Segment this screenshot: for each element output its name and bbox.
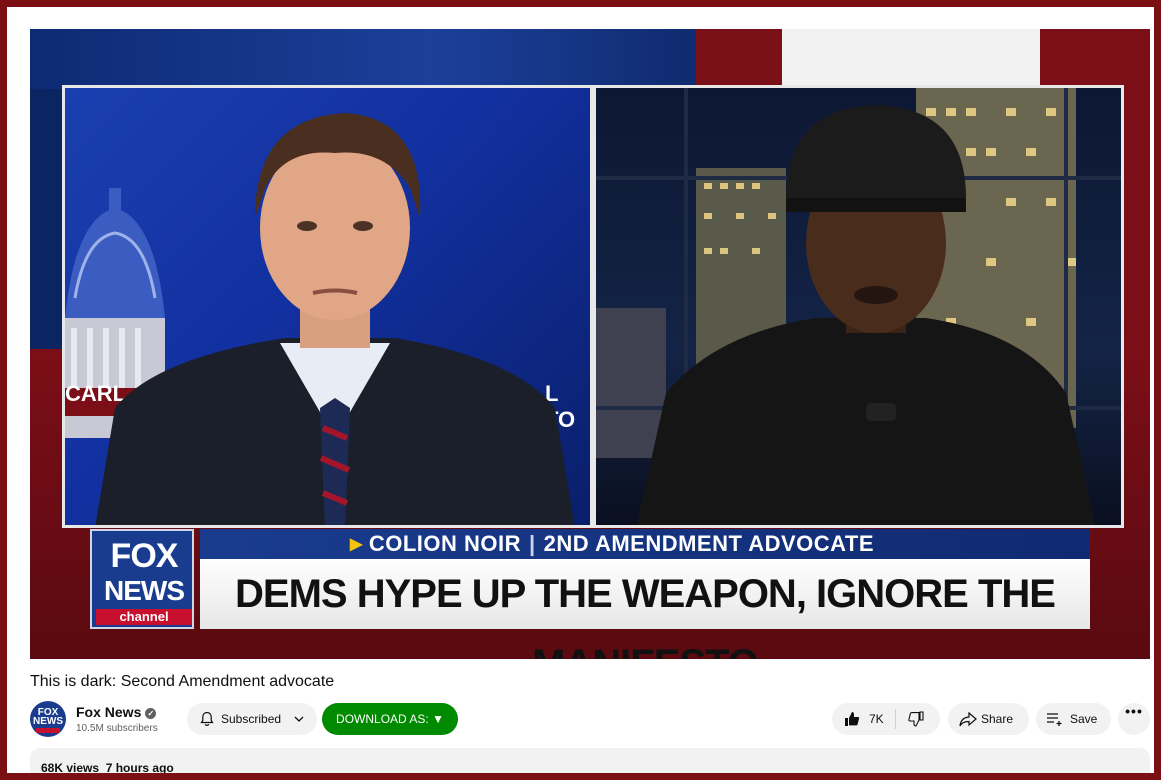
video-title: This is dark: Second Amendment advocate [30,673,335,690]
video-owner-row: FOX NEWS Fox News ✓ 10.5M subscribers Sub… [30,701,1150,737]
channel-name: Fox News [76,704,142,720]
page-frame: CARL L TO FOX NEWS channel ▶ COLION NOIR… [7,7,1154,773]
chevron-down-icon [294,716,304,722]
upload-time: 7 hours ago [105,761,174,773]
share-button[interactable]: Share [948,703,1029,735]
share-label: Share [981,712,1014,726]
view-count: 68K views [41,761,100,773]
banner-separator: | [528,531,536,556]
share-icon [959,711,977,727]
channel-name-link[interactable]: Fox News ✓ [76,704,157,720]
more-actions-button[interactable]: ••• [1118,703,1150,735]
like-count[interactable]: 7K [869,703,884,735]
avatar[interactable]: FOX NEWS [30,701,66,737]
guest-role: 2ND AMENDMENT ADVOCATE [543,531,875,556]
play-triangle-icon: ▶ [350,536,363,553]
guest-name-banner: ▶ COLION NOIR | 2ND AMENDMENT ADVOCATE [200,529,1090,559]
guest-figure [636,105,1096,525]
like-dislike-group: 7K [832,703,940,735]
description-box[interactable]: 68K views 7 hours ago [30,748,1150,773]
guest-name: COLION NOIR [368,531,521,556]
avatar-line2: NEWS [33,716,63,727]
subscriber-count: 10.5M subscribers [76,723,158,734]
save-label: Save [1070,712,1098,726]
download-as-button[interactable]: DOWNLOAD AS: ▼ [322,703,458,735]
avatar-stripe [36,728,60,733]
logo-channel-text: channel [96,609,192,625]
studio-background [30,29,700,89]
subscribed-button[interactable]: Subscribed [187,703,317,735]
bell-icon [200,711,214,726]
thumbs-up-icon[interactable] [844,711,860,727]
video-panel-host: CARL L TO [62,85,593,528]
logo-fox-text: FOX [110,537,179,575]
studio-background-light [782,29,1040,89]
view-info: 68K views 7 hours ago [41,761,174,773]
verified-icon: ✓ [145,708,157,719]
video-panel-guest [593,85,1124,528]
save-playlist-icon [1047,713,1062,726]
save-button[interactable]: Save [1036,703,1111,735]
fox-news-logo: FOX NEWS channel [90,529,194,629]
thumbs-down-icon[interactable] [908,711,924,727]
video-player[interactable]: CARL L TO FOX NEWS channel ▶ COLION NOIR… [30,29,1150,659]
studio-background-red [696,29,782,89]
logo-news-text: NEWS [104,575,185,606]
host-figure [95,113,575,525]
subscribed-label: Subscribed [221,712,282,726]
more-icon: ••• [1125,703,1143,719]
lower-third-graphic: FOX NEWS channel ▶ COLION NOIR | 2ND AMENDM… [90,529,1090,659]
headline-banner: DEMS HYPE UP THE WEAPON, IGNORE THE MANI… [200,559,1090,659]
like-divider [895,709,896,729]
